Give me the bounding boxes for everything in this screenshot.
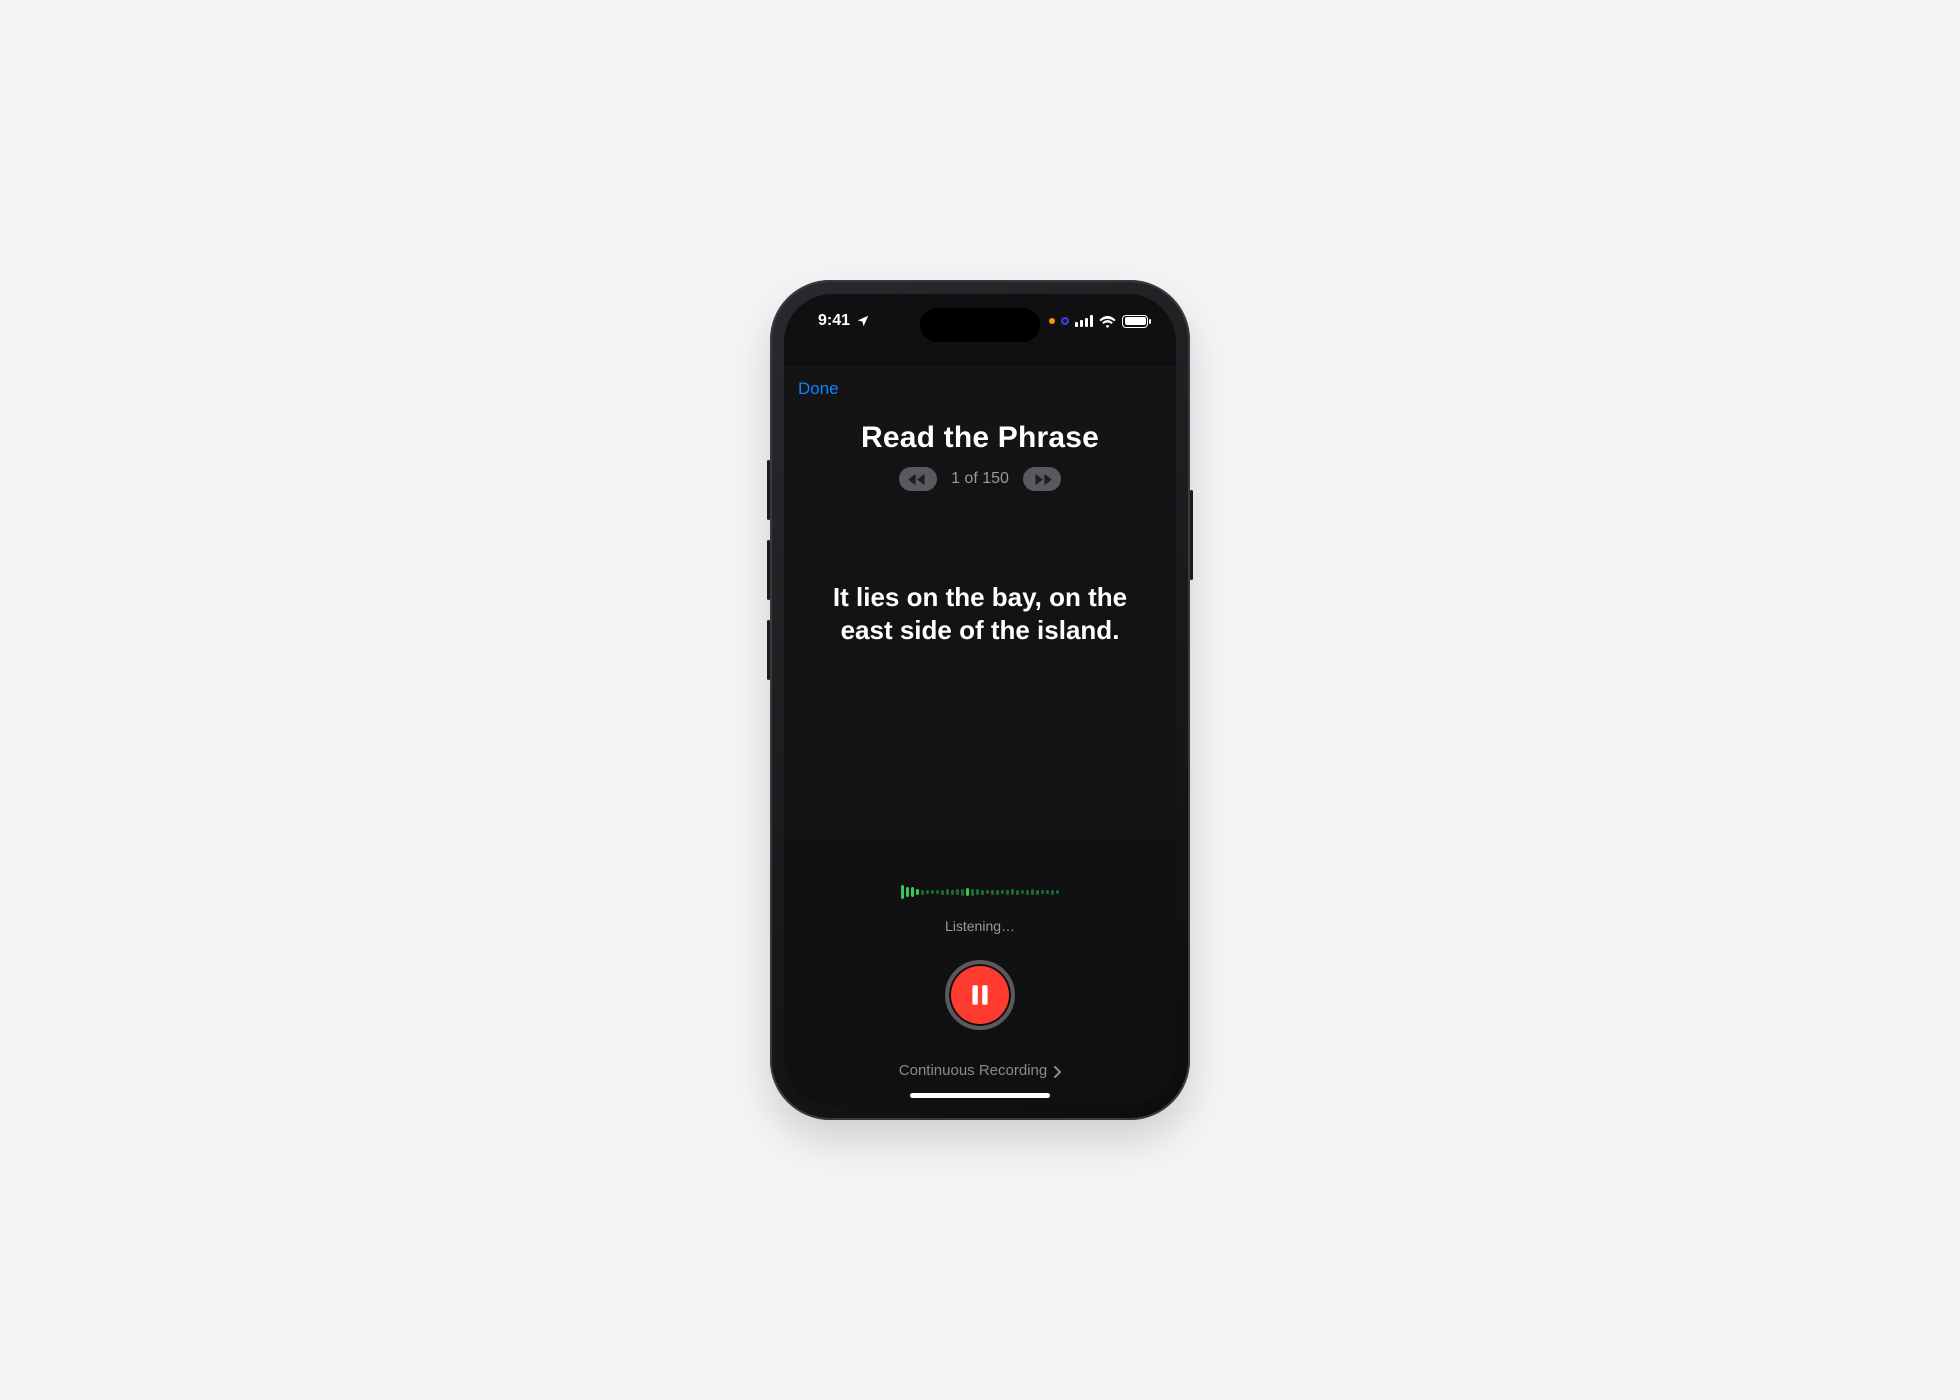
chevron-right-icon <box>1053 1065 1061 1077</box>
status-right <box>1049 315 1148 328</box>
page-title: Read the Phrase <box>784 421 1176 455</box>
audio-waveform <box>784 880 1176 904</box>
phrase-text: It lies on the bay, on the east side of … <box>808 581 1152 646</box>
battery-icon <box>1122 315 1148 328</box>
location-icon <box>856 314 870 328</box>
cellular-icon <box>1075 315 1093 327</box>
pause-recording-button[interactable] <box>945 960 1015 1030</box>
next-phrase-button[interactable] <box>1023 467 1061 491</box>
recording-mode-button[interactable]: Continuous Recording <box>784 1062 1176 1079</box>
rewind-icon <box>908 473 928 486</box>
nav-bar: Done <box>784 367 1176 411</box>
privacy-indicator-camera-icon <box>1061 317 1069 325</box>
done-button[interactable]: Done <box>798 379 839 399</box>
home-indicator[interactable] <box>910 1093 1050 1098</box>
phrase-container: It lies on the bay, on the east side of … <box>784 581 1176 646</box>
wifi-icon <box>1099 315 1116 327</box>
dynamic-island <box>920 308 1040 342</box>
recording-status: Listening… <box>784 918 1176 934</box>
stage: 9:41 <box>333 238 1627 1162</box>
phone-frame: 9:41 <box>770 280 1190 1120</box>
fast-forward-icon <box>1032 473 1052 486</box>
pause-icon <box>967 982 993 1008</box>
status-left: 9:41 <box>818 312 870 330</box>
header: Read the Phrase 1 of 150 <box>784 421 1176 491</box>
phrase-counter-row: 1 of 150 <box>784 467 1176 491</box>
modal-sheet: Done Read the Phrase 1 of 150 <box>784 366 1176 1106</box>
status-time: 9:41 <box>818 312 850 330</box>
privacy-indicator-mic-icon <box>1049 318 1055 324</box>
previous-phrase-button[interactable] <box>899 467 937 491</box>
phone-screen: 9:41 <box>784 294 1176 1106</box>
recording-mode-label: Continuous Recording <box>899 1062 1047 1079</box>
phrase-counter: 1 of 150 <box>951 470 1009 488</box>
